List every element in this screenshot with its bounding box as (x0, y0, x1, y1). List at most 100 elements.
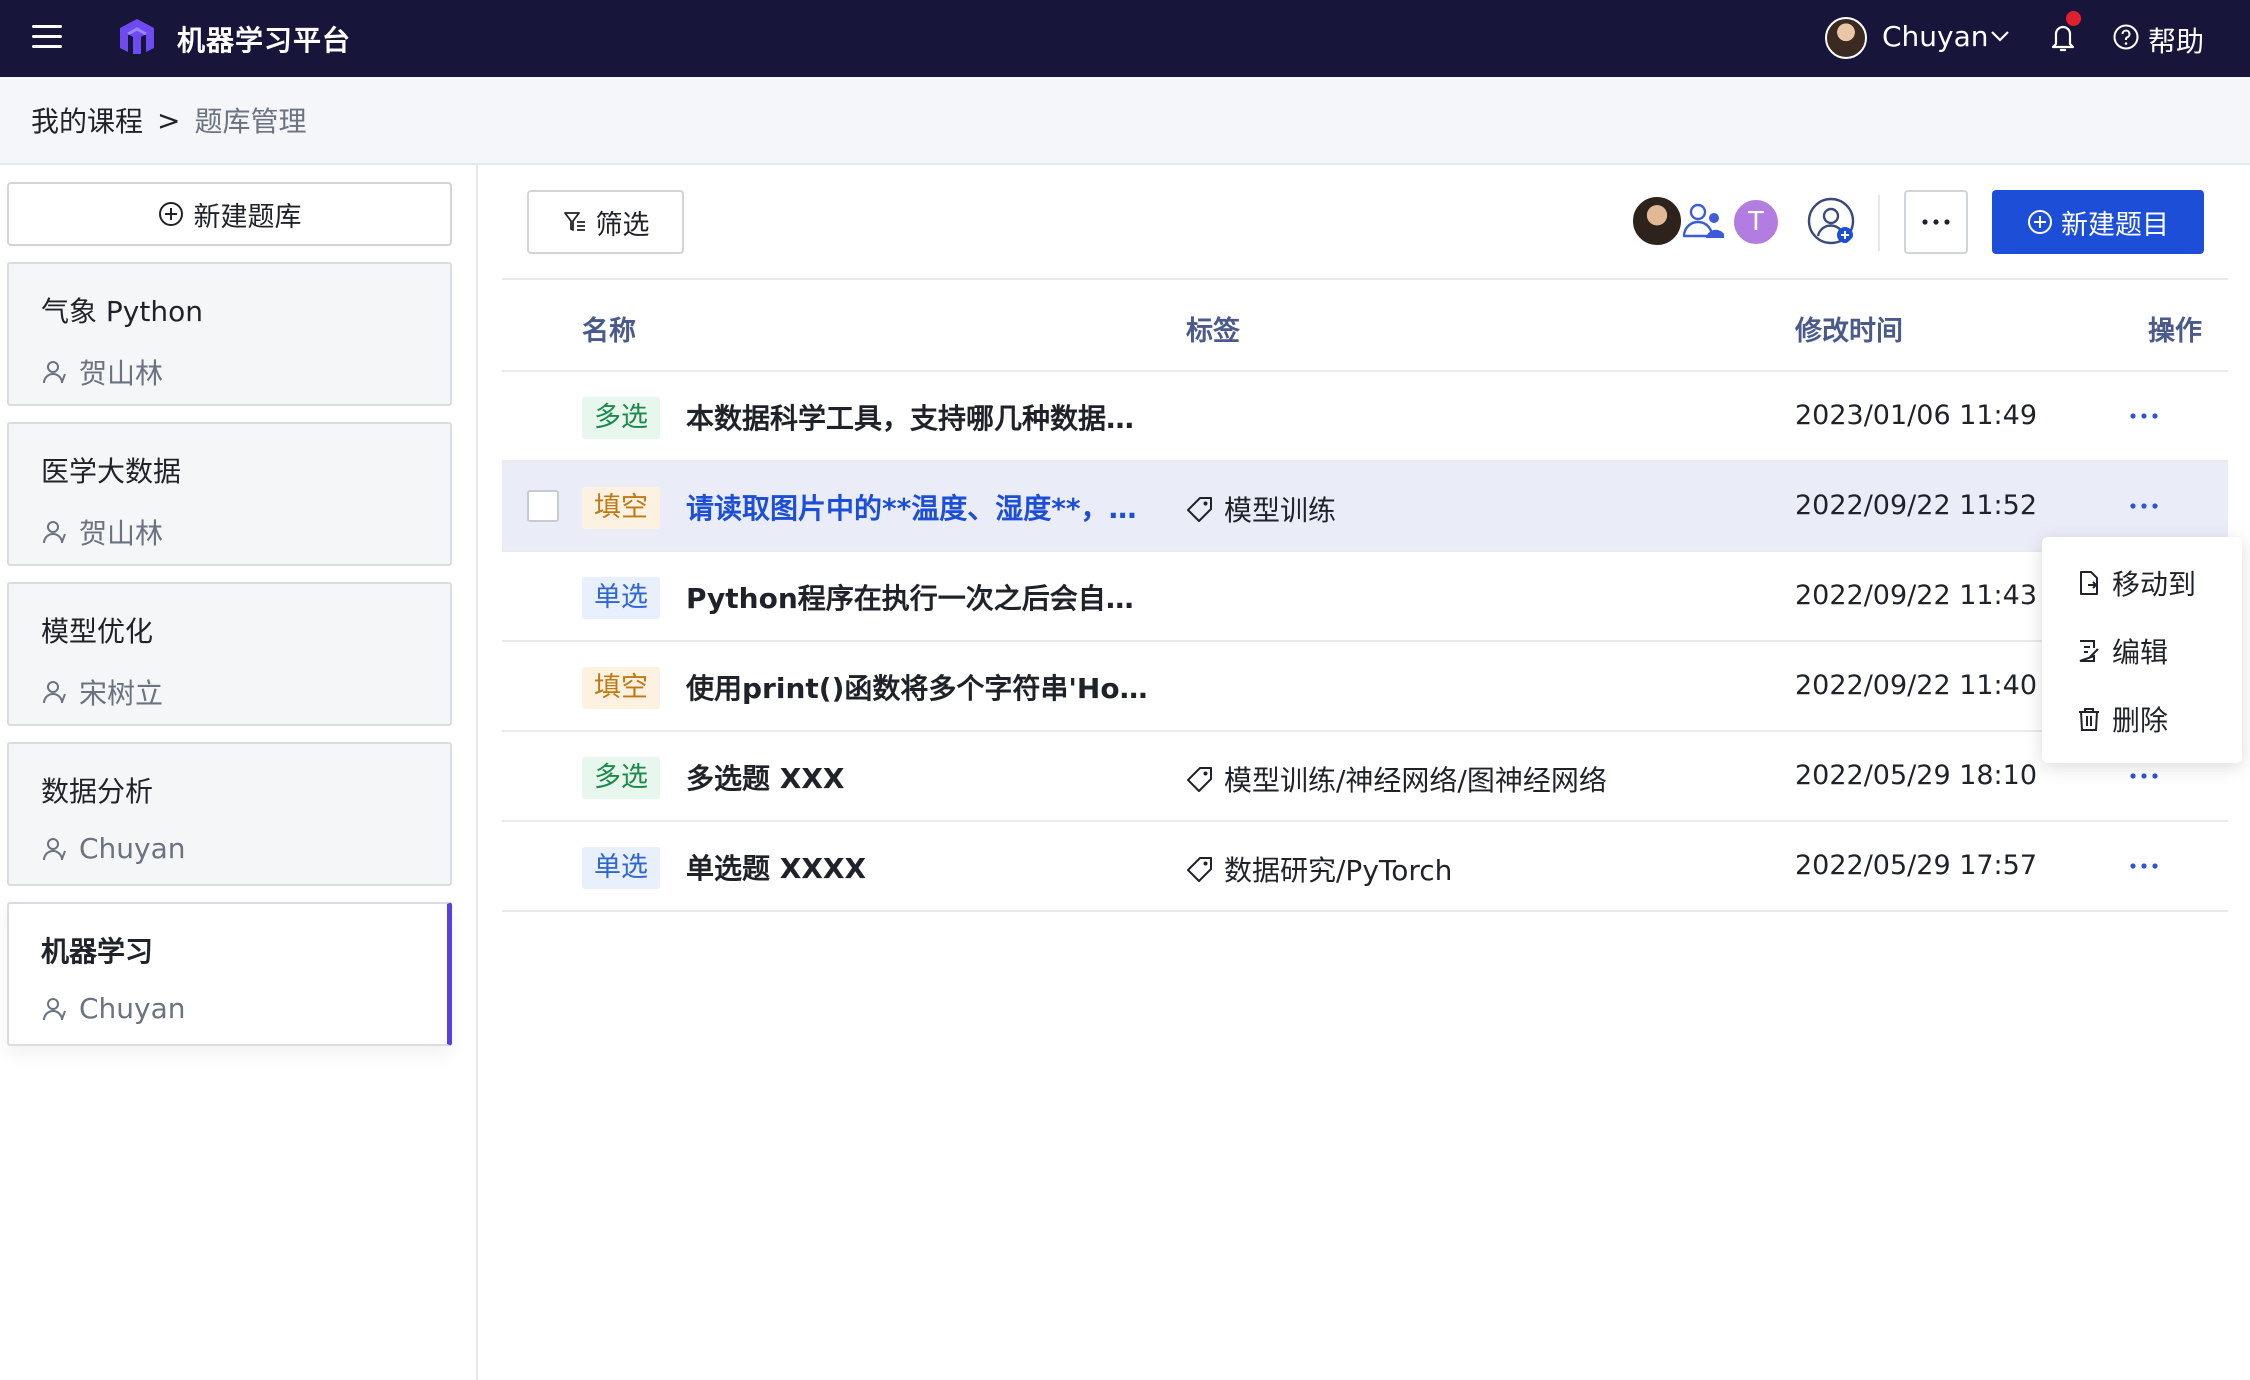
bank-name: 气象 Python (41, 295, 203, 328)
question-type-badge: 单选 (582, 847, 660, 889)
question-title[interactable]: Python程序在执行一次之后会自… (686, 577, 1134, 617)
notification-badge (2066, 11, 2081, 26)
question-title[interactable]: 请读取图片中的**温度、湿度**，… (686, 487, 1137, 527)
modified-time: 2022/05/29 18:10 (1795, 760, 2038, 791)
column-header-modified-time: 修改时间 (1795, 316, 1903, 347)
table-row-hovered[interactable]: 填空 请读取图片中的**温度、湿度**，… 模型训练 2022/09/22 11… (502, 462, 2228, 552)
menu-item-label: 删除 (2112, 704, 2169, 737)
bank-card[interactable]: 医学大数据 贺山林 (7, 422, 452, 566)
menu-item-label: 编辑 (2112, 636, 2169, 669)
question-table: 名称 标签 修改时间 操作 多选 本数据科学工具，支持哪几种数据… 2023/0… (502, 278, 2228, 912)
question-type-badge: 填空 (582, 667, 660, 709)
breadcrumb-root-link[interactable]: 我的课程 (31, 100, 143, 140)
table-row[interactable]: 多选 本数据科学工具，支持哪几种数据… 2023/01/06 11:49 (502, 372, 2228, 462)
new-question-label: 新建题目 (2061, 209, 2169, 241)
question-type-badge: 多选 (582, 757, 660, 799)
filter-label: 筛选 (595, 209, 650, 241)
user-avatar[interactable] (1825, 17, 1867, 59)
group-members-icon[interactable] (1678, 194, 1732, 248)
question-tag-label: 模型训练/神经网络/图神经网络 (1224, 764, 1607, 797)
bank-owner-name: 宋树立 (79, 677, 164, 710)
table-row[interactable]: 单选 单选题 XXXX 数据研究/PyTorch 2022/05/29 17:5… (502, 822, 2228, 912)
user-icon (43, 521, 66, 544)
row-actions-menu: 移动到 编辑 删除 (2042, 537, 2242, 763)
question-tag-label: 数据研究/PyTorch (1224, 854, 1453, 887)
question-title[interactable]: 本数据科学工具，支持哪几种数据… (686, 397, 1134, 437)
table-row[interactable]: 单选 Python程序在执行一次之后会自… 2022/09/22 11:43 (502, 552, 2228, 642)
more-options-button[interactable] (1904, 190, 1968, 254)
app-title: 机器学习平台 (177, 24, 352, 57)
bank-card[interactable]: 气象 Python 贺山林 (7, 262, 452, 406)
new-question-bank-button[interactable]: 新建题库 (7, 182, 452, 246)
more-dots-icon (1922, 219, 1950, 225)
row-actions-button[interactable] (2124, 486, 2164, 526)
bank-name: 模型优化 (41, 615, 154, 648)
bank-name: 机器学习 (41, 935, 154, 968)
more-dots-icon (2130, 773, 2158, 779)
help-link[interactable]: 帮助 (2148, 20, 2204, 60)
question-tag: 模型训练 (1186, 489, 1336, 529)
row-actions-button[interactable] (2124, 396, 2164, 436)
column-header-actions: 操作 (2148, 316, 2202, 347)
question-tag-label: 模型训练 (1224, 494, 1337, 527)
bank-card[interactable]: 模型优化 宋树立 (7, 582, 452, 726)
menu-item-move-to[interactable]: 移动到 (2042, 549, 2242, 617)
user-icon (43, 681, 66, 704)
more-dots-icon (2130, 503, 2158, 509)
filter-icon (563, 212, 585, 231)
bank-name: 医学大数据 (41, 455, 182, 488)
table-row[interactable]: 多选 多选题 XXX 模型训练/神经网络/图神经网络 2022/05/29 18… (502, 732, 2228, 822)
modified-time: 2022/09/22 11:43 (1795, 580, 2038, 611)
bank-card[interactable]: 数据分析 Chuyan (7, 742, 452, 886)
bank-owner: 贺山林 (41, 512, 450, 552)
menu-item-label: 移动到 (2112, 568, 2197, 601)
row-checkbox[interactable] (527, 490, 559, 522)
user-icon (43, 837, 66, 860)
menu-item-edit[interactable]: 编辑 (2042, 617, 2242, 685)
trash-icon (2079, 708, 2099, 731)
row-actions-button[interactable] (2124, 846, 2164, 886)
bank-owner: 贺山林 (41, 352, 450, 392)
question-bank-sidebar: 新建题库 气象 Python 贺山林 医学大数据 贺山林 模型优化 宋树立 数据… (0, 165, 478, 1380)
help-circle-icon[interactable] (2112, 23, 2140, 51)
plus-circle-icon (158, 202, 183, 226)
chevron-down-icon[interactable] (1988, 24, 2012, 48)
platform-logo-icon (120, 19, 154, 54)
tag-icon (1187, 857, 1212, 882)
table-row[interactable]: 填空 使用print()函数将多个字符串'Ho… 2022/09/22 11:4… (502, 642, 2228, 732)
bank-owner: Chuyan (41, 832, 450, 865)
user-name[interactable]: Chuyan (1882, 20, 1989, 53)
menu-item-delete[interactable]: 删除 (2042, 685, 2242, 753)
question-title[interactable]: 单选题 XXXX (686, 847, 866, 887)
question-type-badge: 单选 (582, 577, 660, 619)
question-title[interactable]: 使用print()函数将多个字符串'Ho… (686, 667, 1148, 707)
bank-owner-name: 贺山林 (79, 357, 164, 390)
hamburger-menu-icon[interactable] (32, 25, 62, 49)
add-member-icon[interactable] (1804, 194, 1858, 248)
move-file-icon (2080, 571, 2098, 595)
question-tag: 模型训练/神经网络/图神经网络 (1186, 759, 1607, 799)
collaborator-avatar-letter[interactable]: T (1731, 197, 1781, 247)
bank-card-active[interactable]: 机器学习 Chuyan (7, 902, 452, 1046)
modified-time: 2022/05/29 17:57 (1795, 850, 2038, 881)
bank-owner-name: Chuyan (79, 992, 186, 1025)
user-icon (43, 997, 66, 1020)
modified-time: 2023/01/06 11:49 (1795, 400, 2038, 431)
new-question-button[interactable]: 新建题目 (1992, 190, 2204, 254)
plus-circle-icon (2028, 210, 2052, 234)
question-title[interactable]: 多选题 XXX (686, 757, 845, 797)
collaborator-avatar[interactable] (1630, 194, 1684, 248)
filter-button[interactable]: 筛选 (527, 190, 684, 254)
modified-time: 2022/09/22 11:52 (1795, 490, 2038, 521)
column-header-tag: 标签 (1186, 316, 1240, 347)
breadcrumb-current: 题库管理 (194, 105, 307, 138)
bank-owner: 宋树立 (41, 672, 450, 712)
bank-name: 数据分析 (41, 775, 154, 808)
table-header: 名称 标签 修改时间 操作 (502, 280, 2228, 372)
user-icon (43, 361, 66, 384)
breadcrumb: 我的课程 > 题库管理 (0, 77, 2250, 165)
toolbar-divider (1878, 195, 1880, 251)
question-type-badge: 多选 (582, 397, 660, 439)
tag-icon (1187, 497, 1212, 522)
question-tag: 数据研究/PyTorch (1186, 849, 1452, 889)
